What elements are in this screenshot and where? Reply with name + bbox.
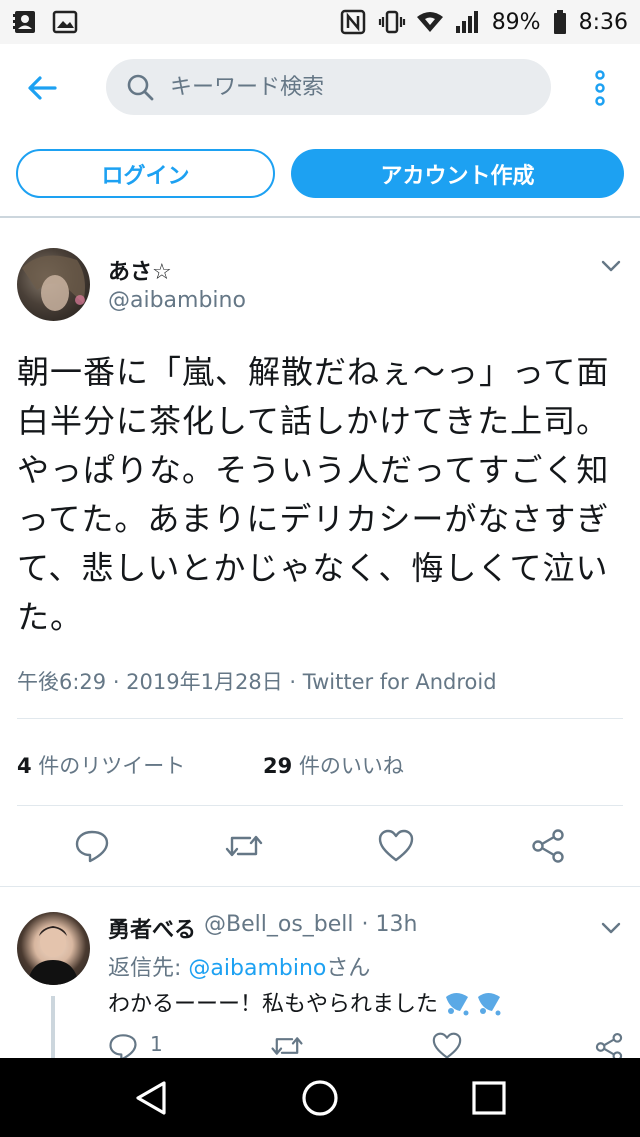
reply-reply-button[interactable]: 1 — [108, 1032, 163, 1060]
search-icon — [127, 74, 154, 101]
tweet-timestamp[interactable]: 午後6:29 · 2019年1月28日 · Twitter for Androi… — [17, 666, 497, 696]
header-divider — [0, 216, 640, 218]
nav-back-button[interactable] — [129, 1076, 173, 1120]
reply-like-button[interactable] — [432, 1032, 462, 1060]
divider — [0, 886, 640, 887]
reply-author-name[interactable]: 勇者べる — [108, 912, 196, 944]
divider — [17, 718, 623, 719]
signal-icon — [454, 9, 480, 35]
author-handle[interactable]: @aibambino — [108, 288, 246, 313]
system-nav-bar — [0, 1058, 640, 1137]
heart-icon — [432, 1032, 462, 1059]
nav-home-button[interactable] — [298, 1076, 342, 1120]
reply-text: わかるーーー！私もやられました — [108, 986, 506, 1018]
square-recents-icon — [472, 1081, 506, 1115]
reply-share-button[interactable] — [594, 1032, 624, 1060]
retweet-stat[interactable]: 4 件のリツイート — [17, 750, 263, 780]
reply-header: 勇者べる @Bell_os_bell · 13h — [108, 912, 417, 944]
share-icon — [595, 1033, 623, 1060]
contacts-notification-icon — [12, 9, 38, 35]
reply-icon — [75, 830, 109, 863]
back-button[interactable] — [22, 68, 62, 108]
back-arrow-icon — [28, 76, 57, 100]
login-button[interactable]: ログイン — [16, 149, 275, 198]
top-bar — [0, 44, 640, 132]
reply-actions: 1 — [0, 1032, 640, 1060]
heart-icon — [378, 829, 414, 862]
reply-to-prefix: 返信先: — [108, 956, 189, 981]
retweet-button[interactable] — [224, 826, 264, 866]
reply-to-suffix: さん — [326, 956, 371, 981]
author-avatar[interactable] — [17, 248, 90, 321]
more-vertical-icon — [595, 70, 605, 106]
author-name[interactable]: あさ☆ — [108, 254, 172, 286]
auth-row: ログイン アカウント作成 — [0, 132, 640, 216]
retweet-count: 4 — [17, 754, 32, 778]
nfc-icon — [340, 9, 366, 35]
retweet-icon — [271, 1037, 303, 1055]
sweat-droplets-emoji-icon — [446, 993, 501, 1016]
avatar-image — [27, 926, 79, 985]
tweet-stats: 4 件のリツイート 29 件のいいね — [17, 750, 404, 780]
status-bar: 89% 8:36 — [0, 0, 640, 44]
like-count: 29 — [263, 754, 293, 778]
clock: 8:36 — [578, 9, 628, 35]
retweet-icon — [225, 835, 263, 857]
reply-retweet-button[interactable] — [270, 1032, 304, 1060]
search-bar[interactable] — [106, 59, 551, 115]
reply-text-content: わかるーーー！私もやられました — [108, 992, 439, 1017]
divider — [17, 805, 623, 806]
reply-to-line: 返信先: @aibambinoさん — [108, 950, 370, 982]
signup-button[interactable]: アカウント作成 — [291, 149, 624, 198]
avatar-image — [22, 255, 85, 311]
chevron-down-icon — [601, 922, 621, 934]
tweet-menu-button[interactable] — [598, 256, 624, 276]
tweet-text: 朝一番に「嵐、解散だねぇ〜っ」って面白半分に茶化して話しかけてきた上司。やっぱり… — [17, 353, 610, 636]
reply-to-handle-link[interactable]: @aibambino — [188, 956, 326, 981]
reply-time[interactable]: · 13h — [362, 912, 418, 944]
share-button[interactable] — [528, 826, 568, 866]
reply-icon — [109, 1034, 137, 1060]
like-button[interactable] — [376, 826, 416, 866]
vibrate-icon — [378, 9, 405, 35]
wifi-icon — [416, 9, 443, 35]
triangle-back-icon — [136, 1081, 166, 1115]
circle-home-icon — [302, 1080, 338, 1116]
tweet-actions — [0, 826, 640, 870]
reply-reply-count: 1 — [150, 1032, 163, 1056]
nav-recents-button[interactable] — [467, 1076, 511, 1120]
gallery-notification-icon — [52, 9, 78, 35]
like-stat[interactable]: 29 件のいいね — [263, 750, 404, 780]
reply-author-avatar[interactable] — [17, 912, 90, 985]
reply-author-handle[interactable]: @Bell_os_bell — [204, 912, 354, 944]
reply-menu-button[interactable] — [598, 918, 624, 938]
retweet-label: 件のリツイート — [31, 754, 186, 778]
share-icon — [532, 829, 564, 863]
like-label: 件のいいね — [292, 754, 404, 778]
search-input[interactable] — [170, 74, 530, 100]
reply-button[interactable] — [72, 826, 112, 866]
battery-percent: 89% — [491, 9, 541, 35]
more-options-button[interactable] — [585, 68, 615, 108]
battery-icon — [553, 9, 567, 35]
chevron-down-icon — [601, 260, 621, 272]
